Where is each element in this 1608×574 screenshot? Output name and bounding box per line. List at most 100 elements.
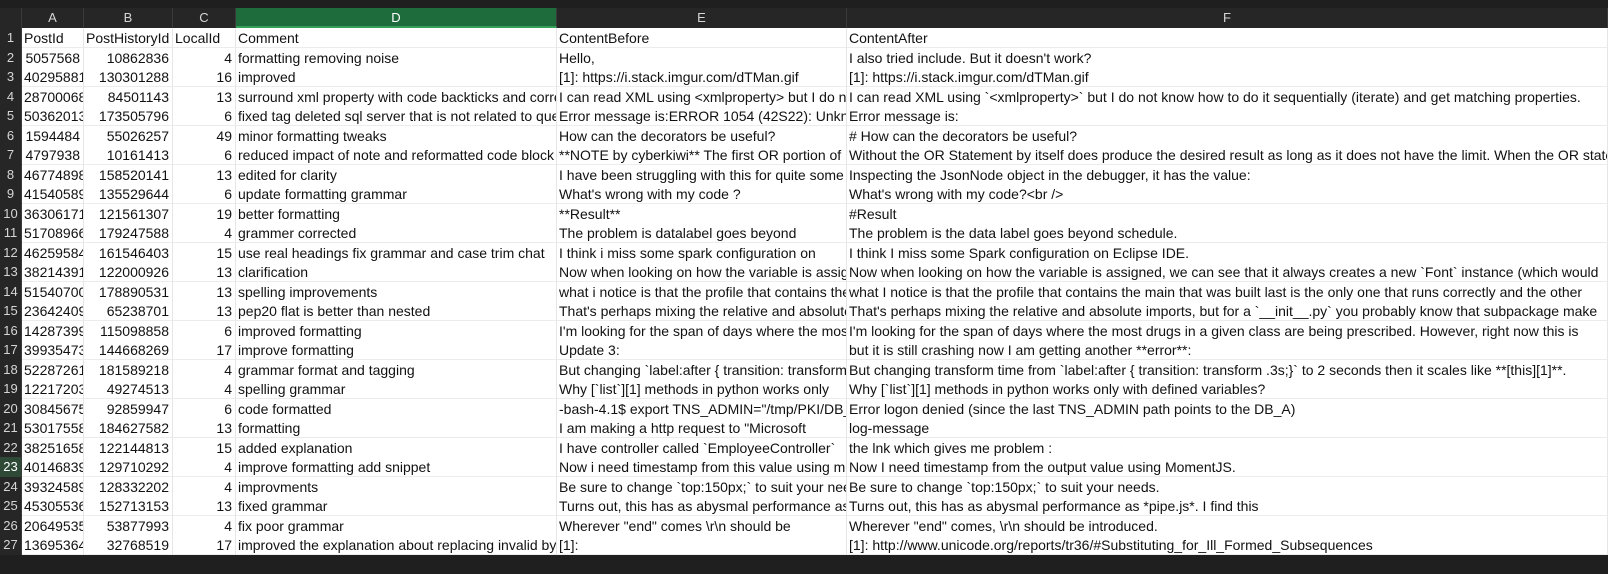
cell-posthistoryid[interactable]: 92859947	[84, 398, 173, 419]
cell-contentbefore[interactable]: The problem is datalabel goes beyond	[557, 223, 847, 243]
cell-contentafter[interactable]: Now when looking on how the variable is …	[847, 262, 1608, 282]
cell-postid[interactable]: 46774898	[22, 164, 84, 185]
cell-localid[interactable]: 13	[173, 262, 236, 282]
cell-posthistoryid[interactable]: 84501143	[84, 86, 173, 107]
cell-contentafter[interactable]: Error logon denied (since the last TNS_A…	[847, 398, 1608, 419]
cell-contentafter[interactable]: Error message is:	[847, 106, 1608, 126]
cell-posthistoryid[interactable]: 49274513	[84, 379, 173, 399]
cell-posthistoryid[interactable]: 158520141	[84, 164, 173, 185]
row-number[interactable]: 11	[0, 223, 22, 243]
cell-postid[interactable]: 50362013	[22, 106, 84, 126]
cell-contentafter[interactable]: But changing transform time from `label:…	[847, 359, 1608, 380]
cell-posthistoryid[interactable]: 129710292	[84, 457, 173, 477]
cell-contentbefore[interactable]: I'm looking for the span of days where t…	[557, 320, 847, 341]
cell-contentbefore[interactable]: **Result**	[557, 203, 847, 224]
cell-localid[interactable]: 4	[173, 476, 236, 497]
cell-contentbefore[interactable]: Turns out, this has as abysmal performan…	[557, 496, 847, 516]
cell-posthistoryid[interactable]: 10862836	[84, 47, 173, 68]
cell-postid[interactable]: 20649535	[22, 515, 84, 536]
cell-comment[interactable]: spelling improvements	[236, 281, 557, 302]
cell-contentbefore[interactable]: Hello,	[557, 47, 847, 68]
row-number[interactable]: 15	[0, 301, 22, 321]
cell-contentbefore[interactable]: But changing `label:after { transition: …	[557, 359, 847, 380]
row-number[interactable]: 24	[0, 476, 22, 497]
cell-postid[interactable]: 40295881	[22, 67, 84, 87]
cell-postid[interactable]: 39324589	[22, 476, 84, 497]
row-number[interactable]: 4	[0, 86, 22, 107]
cell-localid[interactable]: 17	[173, 340, 236, 360]
cell-comment[interactable]: spelling grammar	[236, 379, 557, 399]
cell-posthistoryid[interactable]: 135529644	[84, 184, 173, 204]
cell-contentbefore[interactable]: ContentBefore	[557, 28, 847, 48]
cell-posthistoryid[interactable]: 178890531	[84, 281, 173, 302]
cell-comment[interactable]: reduced impact of note and reformatted c…	[236, 145, 557, 165]
cell-postid[interactable]: 1594484	[22, 125, 84, 146]
cell-contentafter[interactable]: Turns out, this has as abysmal performan…	[847, 496, 1608, 516]
cell-postid[interactable]: 12217203	[22, 379, 84, 399]
row-number[interactable]: 14	[0, 281, 22, 302]
cell-comment[interactable]: formatting removing noise	[236, 47, 557, 68]
cell-posthistoryid[interactable]: 53877993	[84, 515, 173, 536]
cell-localid[interactable]: 15	[173, 242, 236, 263]
cell-comment[interactable]: improve formatting	[236, 340, 557, 360]
row-number[interactable]: 21	[0, 418, 22, 438]
row-number[interactable]: 17	[0, 340, 22, 360]
row-number[interactable]: 3	[0, 67, 22, 87]
row-number[interactable]: 12	[0, 242, 22, 263]
cell-contentafter[interactable]: I'm looking for the span of days where t…	[847, 320, 1608, 341]
cell-comment[interactable]: Comment	[236, 28, 557, 48]
cell-contentbefore[interactable]: Now when looking on how the variable is …	[557, 262, 847, 282]
cell-localid[interactable]: 13	[173, 301, 236, 321]
select-all-corner[interactable]	[0, 8, 22, 28]
row-number[interactable]: 19	[0, 379, 22, 399]
cell-contentafter[interactable]: That's perhaps mixing the relative and a…	[847, 301, 1608, 321]
cell-postid[interactable]: 36306171	[22, 203, 84, 224]
cell-postid[interactable]: 51540700	[22, 281, 84, 302]
cell-posthistoryid[interactable]: 122000926	[84, 262, 173, 282]
cell-localid[interactable]: 6	[173, 320, 236, 341]
cell-postid[interactable]: 40146839	[22, 457, 84, 477]
column-header-a[interactable]: A	[22, 8, 84, 28]
row-number[interactable]: 9	[0, 184, 22, 204]
cell-contentafter[interactable]: The problem is the data label goes beyon…	[847, 223, 1608, 243]
cell-localid[interactable]: LocalId	[173, 28, 236, 48]
cell-comment[interactable]: grammar format and tagging	[236, 359, 557, 380]
cell-comment[interactable]: fix poor grammar	[236, 515, 557, 536]
cell-contentbefore[interactable]: Error message is:ERROR 1054 (42S22): Unk…	[557, 106, 847, 126]
cell-postid[interactable]: 52287261	[22, 359, 84, 380]
cell-postid[interactable]: 23642409	[22, 301, 84, 321]
cell-posthistoryid[interactable]: 161546403	[84, 242, 173, 263]
row-number[interactable]: 13	[0, 262, 22, 282]
row-number[interactable]: 20	[0, 398, 22, 419]
cell-postid[interactable]: 39935473	[22, 340, 84, 360]
cell-comment[interactable]: formatting	[236, 418, 557, 438]
cell-contentafter[interactable]: log-message	[847, 418, 1608, 438]
row-number[interactable]: 7	[0, 145, 22, 165]
cell-contentafter[interactable]: What's wrong with my code?<br />	[847, 184, 1608, 204]
cell-contentbefore[interactable]: Wherever "end" comes \r\n should be	[557, 515, 847, 536]
cell-localid[interactable]: 6	[173, 398, 236, 419]
cell-posthistoryid[interactable]: 130301288	[84, 67, 173, 87]
cell-localid[interactable]: 4	[173, 457, 236, 477]
cell-comment[interactable]: fixed grammar	[236, 496, 557, 516]
cell-posthistoryid[interactable]: 65238701	[84, 301, 173, 321]
cell-contentafter[interactable]: I can read XML using `<xmlproperty>` but…	[847, 86, 1608, 107]
cell-contentafter[interactable]: # How can the decorators be useful?	[847, 125, 1608, 146]
cell-contentbefore[interactable]: Update 3:	[557, 340, 847, 360]
row-number[interactable]: 1	[0, 28, 22, 48]
row-number[interactable]: 10	[0, 203, 22, 224]
row-number[interactable]: 26	[0, 515, 22, 536]
cell-posthistoryid[interactable]: PostHistoryId	[84, 28, 173, 48]
cell-contentbefore[interactable]: [1]:	[557, 535, 847, 555]
cell-posthistoryid[interactable]: 128332202	[84, 476, 173, 497]
cell-contentbefore[interactable]: Be sure to change `top:150px;` to suit y…	[557, 476, 847, 497]
cell-localid[interactable]: 13	[173, 418, 236, 438]
cell-localid[interactable]: 19	[173, 203, 236, 224]
row-number[interactable]: 27	[0, 535, 22, 555]
cell-contentbefore[interactable]: Now i need timestamp from this value usi…	[557, 457, 847, 477]
row-number[interactable]: 25	[0, 496, 22, 516]
cell-contentbefore[interactable]: I think i miss some spark configuration …	[557, 242, 847, 263]
cell-localid[interactable]: 4	[173, 223, 236, 243]
column-header-e[interactable]: E	[557, 8, 847, 28]
cell-comment[interactable]: code formatted	[236, 398, 557, 419]
